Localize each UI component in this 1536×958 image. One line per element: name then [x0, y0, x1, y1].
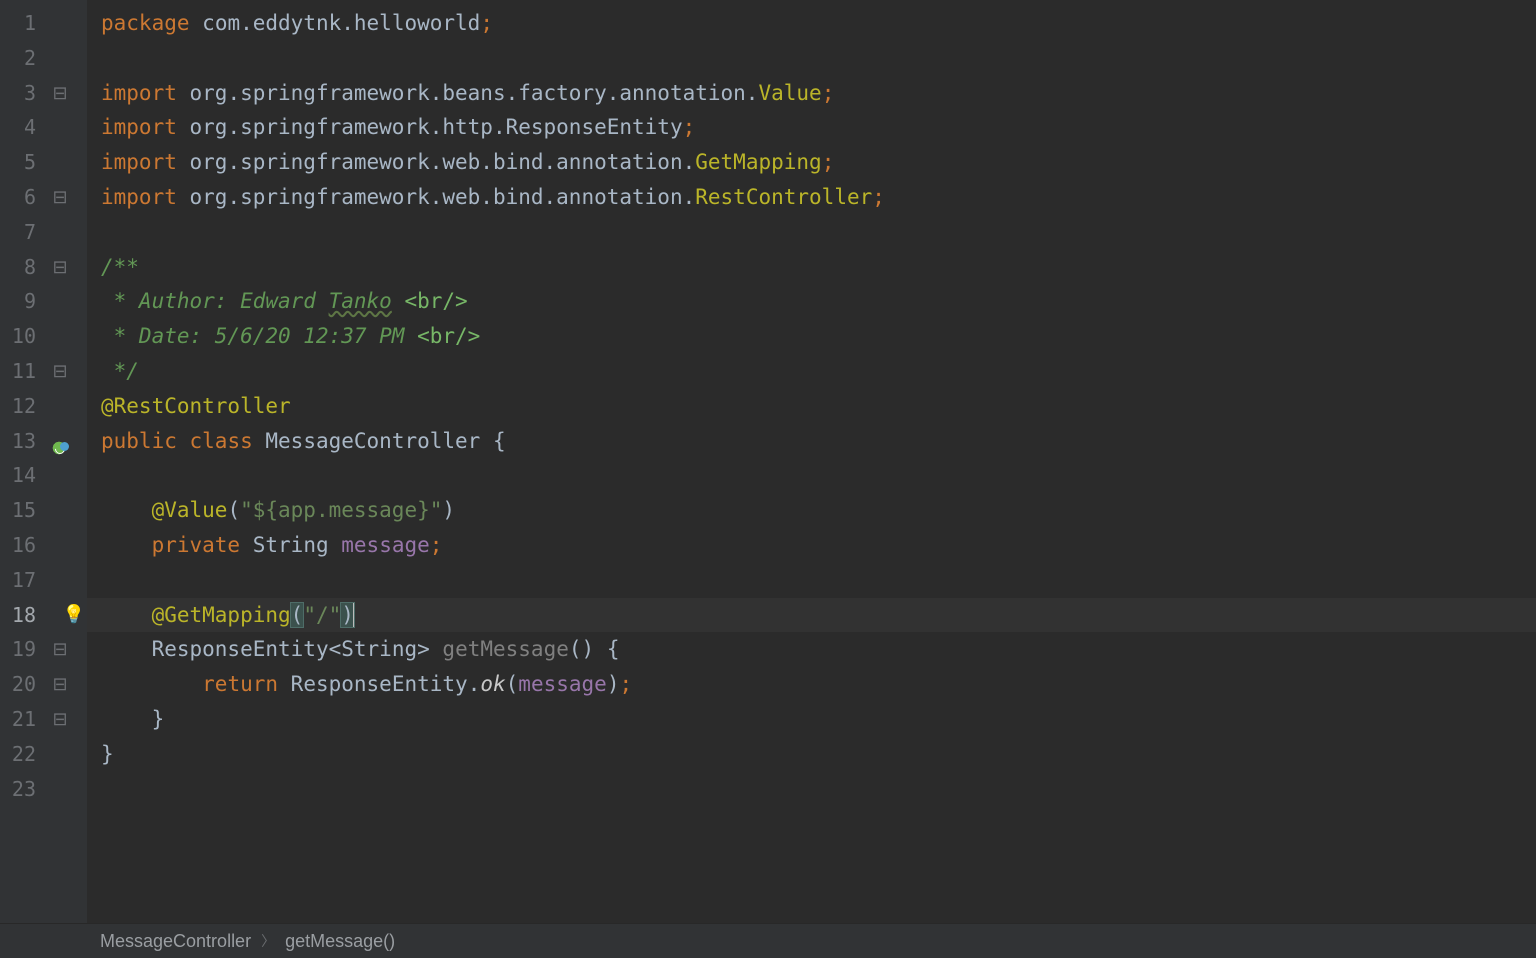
code-line: import org.springframework.beans.factory…	[101, 76, 1536, 111]
code-line: private String message;	[101, 528, 1536, 563]
line-number: 22	[0, 737, 42, 772]
gutter-icon-column: ⊟⊟⊟⊟⊟⊟⊟💡	[42, 0, 86, 924]
line-number: 12	[0, 389, 42, 424]
line-number: 15	[0, 493, 42, 528]
breadcrumbs-bar[interactable]: MessageController 〉 getMessage()	[0, 923, 1536, 958]
code-line: }	[101, 737, 1536, 772]
code-area[interactable]: package com.eddytnk.helloworld; import o…	[87, 0, 1536, 924]
code-line: }	[101, 702, 1536, 737]
code-line: import org.springframework.web.bind.anno…	[101, 180, 1536, 215]
fold-toggle-icon[interactable]: ⊟	[38, 180, 82, 215]
code-line	[101, 458, 1536, 493]
line-number: 18	[0, 598, 42, 633]
fold-toggle-icon[interactable]: ⊟	[38, 702, 82, 737]
line-number: 11	[0, 354, 42, 389]
line-number: 3	[0, 76, 42, 111]
code-line: package com.eddytnk.helloworld;	[101, 6, 1536, 41]
line-number: 21	[0, 702, 42, 737]
code-line: * Author: Edward Tanko <br/>	[101, 284, 1536, 319]
line-number: 9	[0, 284, 42, 319]
line-number: 16	[0, 528, 42, 563]
line-number: 17	[0, 563, 42, 598]
line-number-column: 1234567891011121314151617181920212223	[0, 0, 42, 924]
fold-toggle-icon[interactable]: ⊟	[38, 250, 82, 285]
line-number: 13	[0, 424, 42, 459]
code-line: public class MessageController {	[101, 424, 1536, 459]
fold-toggle-icon[interactable]: ⊟	[38, 76, 82, 111]
editor-gutter: 1234567891011121314151617181920212223 ⊟⊟…	[0, 0, 87, 924]
code-line: /**	[101, 250, 1536, 285]
breadcrumb-class[interactable]: MessageController	[100, 924, 251, 958]
line-number: 19	[0, 632, 42, 667]
line-number: 7	[0, 215, 42, 250]
code-line: @RestController	[101, 389, 1536, 424]
code-line	[101, 41, 1536, 76]
fold-toggle-icon[interactable]: ⊟	[38, 667, 82, 702]
line-number: 20	[0, 667, 42, 702]
fold-toggle-icon[interactable]: ⊟	[38, 354, 82, 389]
code-line: return ResponseEntity.ok(message);	[101, 667, 1536, 702]
spring-run-icon[interactable]	[48, 431, 70, 453]
breadcrumb-method[interactable]: getMessage()	[285, 924, 395, 958]
code-line: */	[101, 354, 1536, 389]
code-line: ResponseEntity<String> getMessage() {	[101, 632, 1536, 667]
line-number: 1	[0, 6, 42, 41]
line-number: 2	[0, 41, 42, 76]
fold-toggle-icon[interactable]: ⊟	[38, 632, 82, 667]
line-number: 10	[0, 319, 42, 354]
code-line: import org.springframework.http.Response…	[101, 110, 1536, 145]
chevron-right-icon: 〉	[261, 924, 275, 958]
text-caret	[353, 603, 354, 627]
code-editor[interactable]: 1234567891011121314151617181920212223 ⊟⊟…	[0, 0, 1536, 924]
code-line	[101, 772, 1536, 807]
code-line	[101, 215, 1536, 250]
line-number: 4	[0, 110, 42, 145]
code-line: import org.springframework.web.bind.anno…	[101, 145, 1536, 180]
line-number: 14	[0, 458, 42, 493]
line-number: 8	[0, 250, 42, 285]
line-number: 5	[0, 145, 42, 180]
line-number: 6	[0, 180, 42, 215]
code-line: @Value("${app.message}")	[101, 493, 1536, 528]
code-line	[101, 563, 1536, 598]
line-number: 23	[0, 772, 42, 807]
code-line: * Date: 5/6/20 12:37 PM <br/>	[101, 319, 1536, 354]
